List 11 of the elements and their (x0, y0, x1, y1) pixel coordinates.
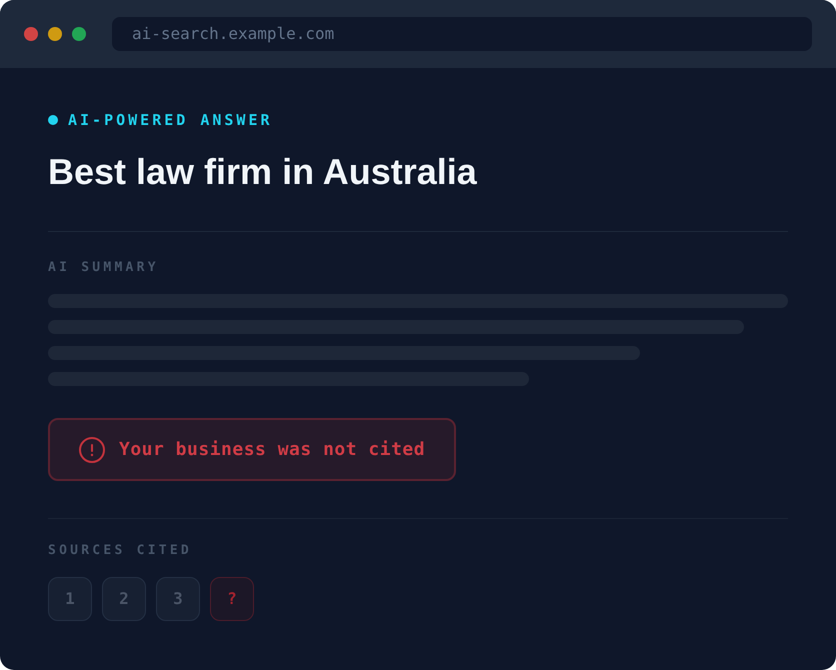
address-bar[interactable]: ai-search.example.com (112, 17, 812, 51)
alert-message: Your business was not cited (119, 438, 426, 462)
maximize-window-icon[interactable] (72, 27, 86, 41)
section-heading: AI SUMMARY (48, 259, 159, 277)
answer-badge-label: AI-POWERED ANSWER (68, 110, 273, 131)
citation-chip[interactable]: ? (210, 577, 254, 621)
section-heading: SOURCES CITED (48, 542, 192, 560)
minimize-window-icon[interactable] (48, 27, 62, 41)
exclamation-icon (79, 436, 105, 462)
close-window-icon[interactable] (24, 27, 38, 41)
query-title: Best law firm in Australia (48, 152, 477, 192)
